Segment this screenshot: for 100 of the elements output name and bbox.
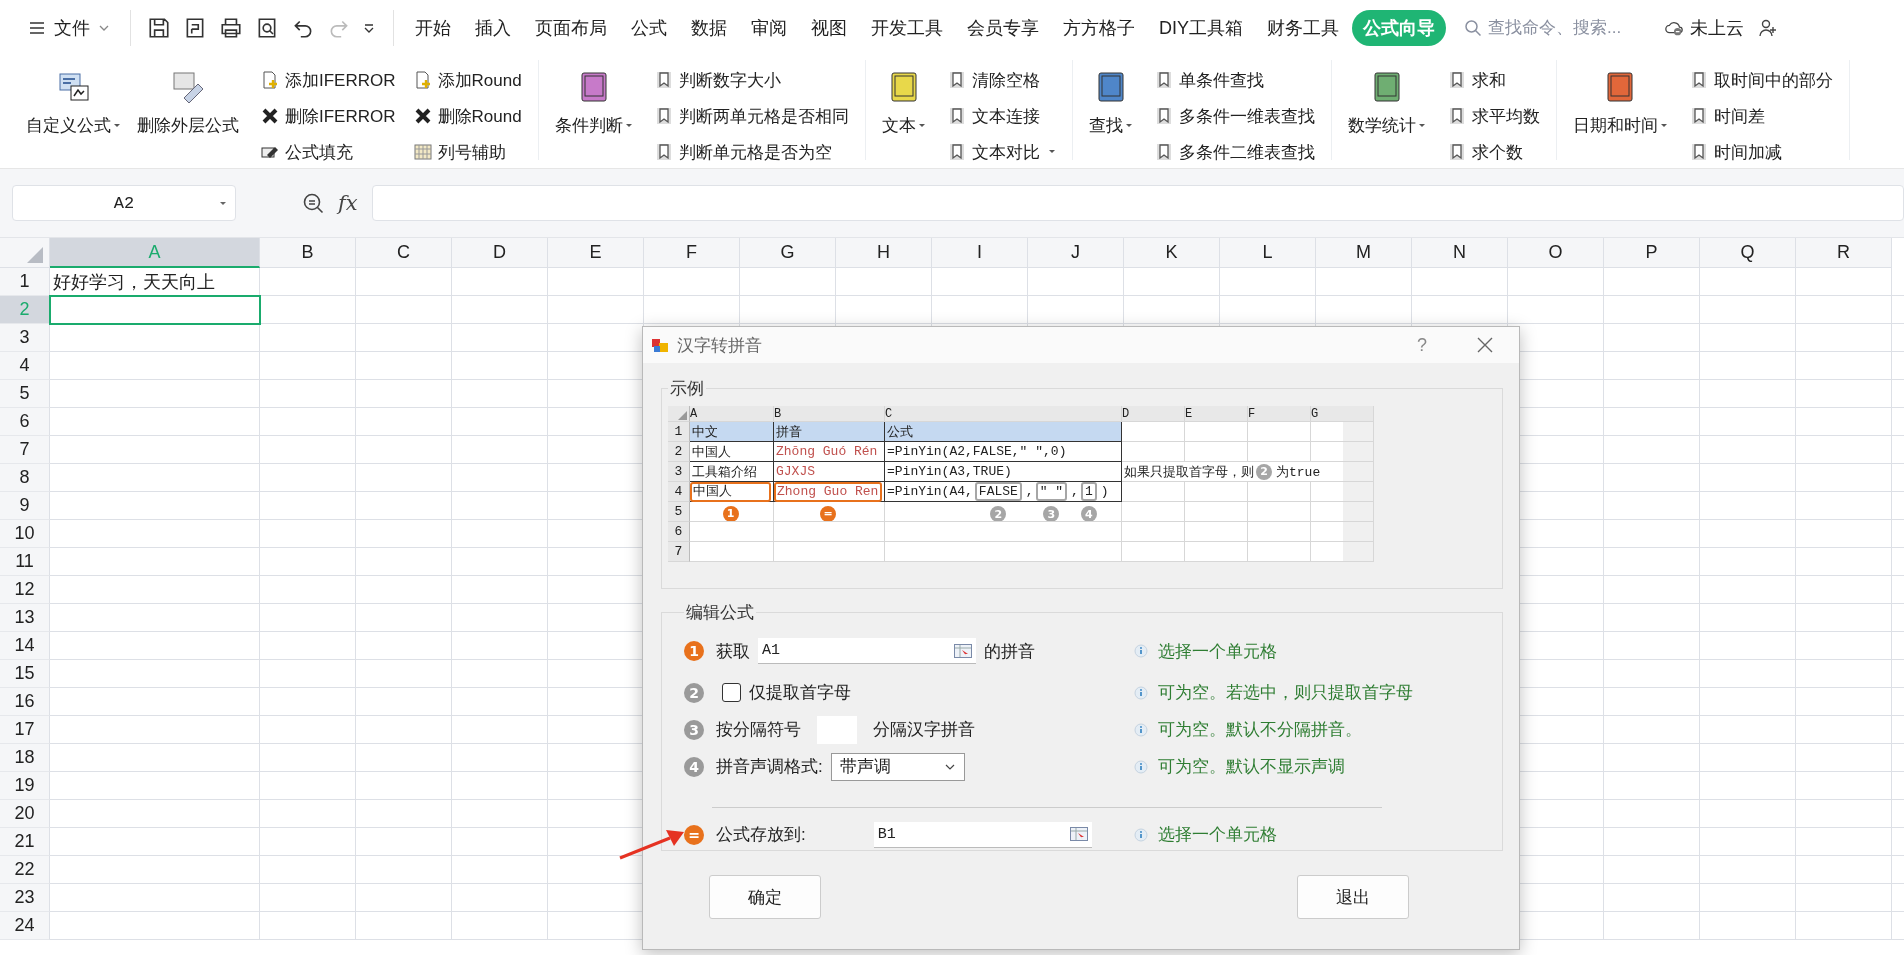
row-header[interactable]: 24 [0,912,50,940]
row-header[interactable]: 17 [0,716,50,744]
ribbon-item[interactable]: 文本连接 [943,98,1060,134]
row-header[interactable]: 14 [0,632,50,660]
group-legend: 示例 [668,377,706,400]
table-cell [1185,522,1248,542]
column-header[interactable]: O [1508,238,1604,268]
row-header[interactable]: 5 [0,380,50,408]
ribbon-button[interactable]: 查找 [1080,60,1141,160]
row-header[interactable]: 6 [0,408,50,436]
range-picker-icon[interactable] [954,643,972,658]
column-header[interactable]: H [836,238,932,268]
ribbon-item[interactable]: 求和 [1443,62,1544,98]
row-header[interactable]: 22 [0,856,50,884]
column-header[interactable]: M [1316,238,1412,268]
row-header[interactable]: 23 [0,884,50,912]
ribbon-item[interactable]: 清除空格 [943,62,1060,98]
row-header[interactable]: 18 [0,744,50,772]
ribbon-tab[interactable]: 会员专享 [956,10,1050,46]
function-button[interactable]: fx [338,191,358,215]
column-header[interactable]: P [1604,238,1700,268]
file-menu[interactable]: 文件 [22,12,116,44]
active-cell[interactable] [49,295,261,325]
row-header[interactable]: 12 [0,576,50,604]
row-header[interactable]: 19 [0,772,50,800]
ribbon-item[interactable]: 多条件一维表查找 [1150,98,1319,134]
ribbon-item[interactable]: 公式填充 [257,134,400,170]
info-icon [1134,827,1148,842]
ribbon-item[interactable]: 判断数字大小 [650,62,853,98]
row-header[interactable]: 10 [0,520,50,548]
ribbon-button[interactable]: 删除外层公式 [129,60,247,160]
dialog-button[interactable]: 退出 [1297,875,1409,919]
table-cell [1185,442,1248,462]
ribbon-item[interactable]: 添加IFERROR [257,62,400,98]
ribbon-item[interactable]: 删除Round [409,98,526,134]
ribbon-tab[interactable]: 数据 [680,10,738,46]
column-header[interactable]: Q [1700,238,1796,268]
tone-format-dropdown[interactable]: 带声调 [830,752,965,781]
row-header[interactable]: 16 [0,688,50,716]
ribbon-item[interactable]: 求平均数 [1443,98,1544,134]
column-header[interactable]: F [644,238,740,268]
column-header[interactable]: G [740,238,836,268]
add-user-icon[interactable] [1758,18,1778,38]
ribbon-tab[interactable]: 页面布局 [524,10,618,46]
row-header[interactable]: 15 [0,660,50,688]
column-header[interactable]: B [260,238,356,268]
ribbon-tab[interactable]: 财务工具 [1256,10,1350,46]
ribbon-item[interactable]: 时间差 [1685,98,1837,134]
ribbon-item[interactable]: 取时间中的部分 [1685,62,1837,98]
column-header[interactable]: I [932,238,1028,268]
ribbon-tab[interactable]: DIY工具箱 [1148,10,1254,46]
row-header[interactable]: 21 [0,828,50,856]
ribbon-tab[interactable]: 开发工具 [860,10,954,46]
ribbon-tab[interactable]: 插入 [464,10,522,46]
column-header[interactable]: J [1028,238,1124,268]
ribbon-button[interactable]: 条件判断 [546,60,641,160]
row-header[interactable]: 20 [0,800,50,828]
ribbon-button[interactable]: 自定义公式 [18,60,129,160]
cell-reference-field[interactable]: A1 [758,638,976,664]
search-field[interactable]: 查找命令、搜索... [1464,17,1640,39]
close-icon[interactable] [1475,335,1495,355]
ribbon-tab[interactable]: 视图 [800,10,858,46]
dialog-button[interactable]: 确定 [709,875,821,919]
ribbon-tab[interactable]: 公式 [620,10,678,46]
row-header[interactable]: 7 [0,436,50,464]
column-header[interactable]: D [452,238,548,268]
row-header[interactable]: 11 [0,548,50,576]
row-header[interactable]: 3 [0,324,50,352]
name-box[interactable]: A2 [12,185,236,221]
row-header[interactable]: 9 [0,492,50,520]
column-header[interactable]: N [1412,238,1508,268]
ribbon-tab[interactable]: 审阅 [740,10,798,46]
print-icon[interactable] [219,16,243,40]
ribbon-button[interactable]: 文本 [873,60,934,160]
row-header[interactable]: 1 [0,268,50,296]
range-picker-icon[interactable] [1069,827,1088,841]
save-icon[interactable] [147,16,171,40]
column-header[interactable]: C [356,238,452,268]
ribbon-button[interactable]: 日期和时间 [1564,60,1676,160]
row-header[interactable]: 8 [0,464,50,492]
column-header[interactable]: R [1796,238,1892,268]
ribbon-item[interactable]: 判断两单元格是否相同 [650,98,853,134]
column-header[interactable]: E [548,238,644,268]
cloud-status[interactable]: 未上云 [1664,16,1744,40]
ribbon-item[interactable]: 单条件查找 [1150,62,1319,98]
checkbox[interactable] [722,683,741,702]
ribbon-button[interactable]: 数学统计 [1339,60,1434,160]
help-button[interactable]: ? [1417,334,1427,356]
row-header[interactable]: 4 [0,352,50,380]
ribbon-tab[interactable]: 方方格子 [1052,10,1146,46]
formula-input[interactable] [371,185,1904,221]
zoom-out-icon[interactable] [302,192,324,214]
ribbon-item[interactable]: 删除IFERROR [257,98,400,134]
customize-icon[interactable] [363,22,375,34]
ribbon-tab[interactable]: 开始 [404,10,462,46]
ribbon-item[interactable]: 添加Round [409,62,526,98]
cell-reference-field[interactable]: B1 [873,821,1092,848]
column-header[interactable]: K [1124,238,1220,268]
column-header[interactable]: L [1220,238,1316,268]
row-header[interactable]: 13 [0,604,50,632]
